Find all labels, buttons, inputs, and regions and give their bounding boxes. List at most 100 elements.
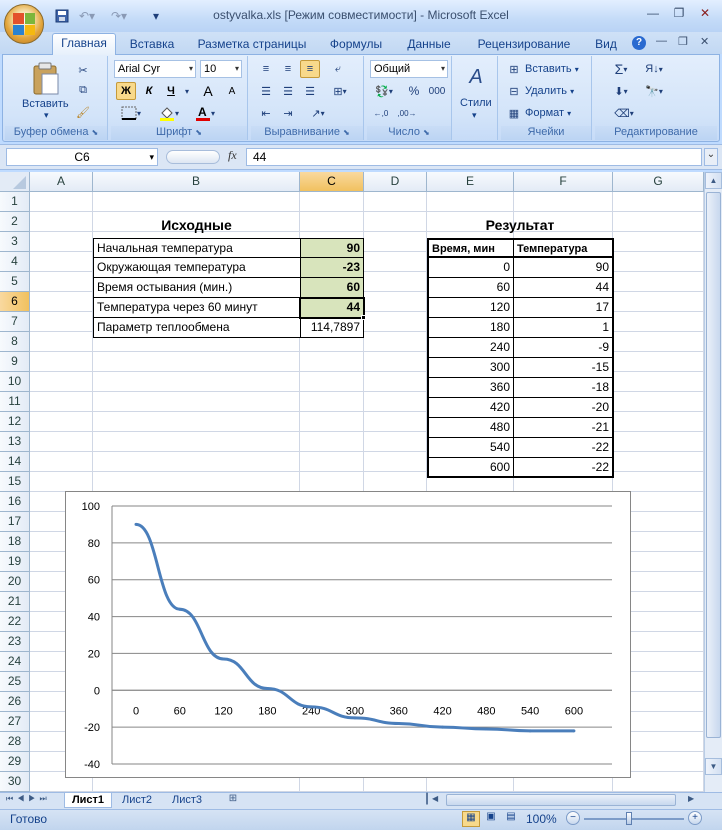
row-header-15[interactable]: 15 [0, 472, 30, 492]
number-format-select[interactable]: Общий ▾ [370, 60, 448, 78]
insert-cells-icon[interactable]: ⊞ [506, 61, 522, 77]
sheet-tab-1[interactable]: Лист1 [64, 793, 112, 808]
scroll-right-icon[interactable]: ▶ [688, 794, 700, 807]
row-header-3[interactable]: 3 [0, 232, 30, 252]
currency-icon[interactable]: 💱 ▾ [370, 82, 398, 100]
decrease-indent-icon[interactable]: ⇤ [256, 104, 276, 122]
tab-page-layout[interactable]: Разметка страницы [196, 35, 308, 55]
insert-cells-button[interactable]: Вставить ▾ [525, 63, 579, 75]
row-header-5[interactable]: 5 [0, 272, 30, 292]
underline-dropdown-icon[interactable]: ▾ [182, 82, 192, 100]
increase-decimal-icon[interactable]: ←,0 [370, 104, 392, 122]
row-header-8[interactable]: 8 [0, 332, 30, 352]
thousands-button[interactable]: 000 [426, 82, 448, 100]
fill-icon[interactable]: ⬇ ▾ [610, 82, 632, 100]
results-temp[interactable]: 44 [514, 278, 614, 298]
autosum-icon[interactable]: Σ ▾ [610, 60, 632, 78]
tab-data[interactable]: Данные [402, 35, 456, 55]
row-header-21[interactable]: 21 [0, 592, 30, 612]
row-header-18[interactable]: 18 [0, 532, 30, 552]
sheet-nav-icons[interactable]: ⏮◀▶⏭ [6, 794, 51, 804]
name-box[interactable]: C6 ▾ [6, 148, 158, 166]
row-header-17[interactable]: 17 [0, 512, 30, 532]
results-temp[interactable]: 17 [514, 298, 614, 318]
results-time[interactable]: 600 [427, 458, 514, 478]
scroll-left-icon[interactable]: ◀ [432, 794, 444, 807]
row-header-24[interactable]: 24 [0, 652, 30, 672]
delete-cells-icon[interactable]: ⊟ [506, 83, 522, 99]
input-value[interactable]: 44 [300, 298, 364, 318]
column-header-g[interactable]: G [613, 172, 704, 192]
row-header-13[interactable]: 13 [0, 432, 30, 452]
align-right-icon[interactable]: ☰ [300, 82, 320, 100]
results-time[interactable]: 480 [427, 418, 514, 438]
scroll-up-icon[interactable]: ▲ [705, 172, 722, 189]
results-time[interactable]: 360 [427, 378, 514, 398]
merge-center-icon[interactable]: ⊞ ▾ [326, 82, 354, 100]
cut-icon[interactable]: ✂ [74, 62, 92, 78]
results-temp[interactable]: -20 [514, 398, 614, 418]
insert-sheet-icon[interactable]: ⊞ [224, 793, 242, 807]
results-time[interactable]: 300 [427, 358, 514, 378]
row-header-2[interactable]: 2 [0, 212, 30, 232]
zoom-slider-track[interactable] [584, 818, 684, 820]
results-temp[interactable]: -22 [514, 438, 614, 458]
italic-button[interactable]: К [140, 82, 158, 100]
find-select-icon[interactable]: 🔭 ▾ [640, 82, 668, 100]
column-header-d[interactable]: D [364, 172, 427, 192]
results-temp[interactable]: -21 [514, 418, 614, 438]
paste-icon[interactable] [28, 60, 62, 98]
help-icon[interactable]: ? [632, 36, 646, 50]
percent-button[interactable]: % [404, 82, 424, 100]
results-temp[interactable]: -15 [514, 358, 614, 378]
styles-button[interactable]: Стили [460, 97, 492, 109]
row-header-25[interactable]: 25 [0, 672, 30, 692]
zoom-in-icon[interactable]: + [688, 811, 702, 825]
row-header-9[interactable]: 9 [0, 352, 30, 372]
input-value[interactable]: 60 [300, 278, 364, 298]
input-label[interactable]: Температура через 60 минут [93, 298, 300, 318]
input-value[interactable]: 90 [300, 238, 364, 258]
chart[interactable]: 100 80 60 40 20 0 -20 -40 0 60 120 180 240 300 360 420 4… [65, 491, 631, 778]
tab-insert[interactable]: Вставка [124, 35, 180, 55]
tab-view[interactable]: Вид [590, 35, 622, 55]
input-label[interactable]: Окружающая температура [93, 258, 300, 278]
results-temp[interactable]: -9 [514, 338, 614, 358]
sheet-tab-2[interactable]: Лист2 [114, 793, 160, 808]
row-header-29[interactable]: 29 [0, 752, 30, 772]
row-header-27[interactable]: 27 [0, 712, 30, 732]
ribbon-minimize-icon[interactable]: — [656, 35, 667, 47]
paste-dropdown-icon[interactable]: ▾ [44, 110, 49, 121]
styles-icon[interactable]: A [462, 62, 490, 92]
results-time[interactable]: 240 [427, 338, 514, 358]
column-header-c[interactable]: C [300, 172, 364, 192]
row-header-11[interactable]: 11 [0, 392, 30, 412]
restore-icon[interactable]: ❐ [666, 4, 692, 22]
tab-formulas[interactable]: Формулы [326, 35, 386, 55]
ribbon-restore-icon[interactable]: ❐ [678, 35, 688, 48]
results-temp[interactable]: 90 [514, 258, 614, 278]
shrink-font-button[interactable]: A [222, 82, 242, 100]
row-header-30[interactable]: 30 [0, 772, 30, 792]
grow-font-button[interactable]: A [198, 82, 218, 100]
results-time[interactable]: 60 [427, 278, 514, 298]
fill-color-icon[interactable]: ▾ [154, 104, 184, 122]
row-header-1[interactable]: 1 [0, 192, 30, 212]
row-header-19[interactable]: 19 [0, 552, 30, 572]
zoom-slider-thumb[interactable] [626, 812, 632, 825]
wrap-text-icon[interactable]: ⤶ [328, 60, 348, 78]
orientation-icon[interactable]: ↗ ▾ [304, 104, 332, 122]
row-header-28[interactable]: 28 [0, 732, 30, 752]
ribbon-close-icon[interactable]: ✕ [700, 35, 709, 48]
tab-review[interactable]: Рецензирование [472, 35, 576, 55]
bold-button[interactable]: Ж [116, 82, 136, 100]
input-label[interactable]: Время остывания (мин.) [93, 278, 300, 298]
select-all-button[interactable] [0, 172, 30, 192]
column-header-b[interactable]: B [93, 172, 300, 192]
column-header-a[interactable]: A [30, 172, 93, 192]
results-time[interactable]: 180 [427, 318, 514, 338]
row-header-16[interactable]: 16 [0, 492, 30, 512]
align-center-icon[interactable]: ☰ [278, 82, 298, 100]
font-color-icon[interactable]: A ▾ [190, 104, 220, 122]
paste-button[interactable]: Вставить [22, 98, 69, 110]
